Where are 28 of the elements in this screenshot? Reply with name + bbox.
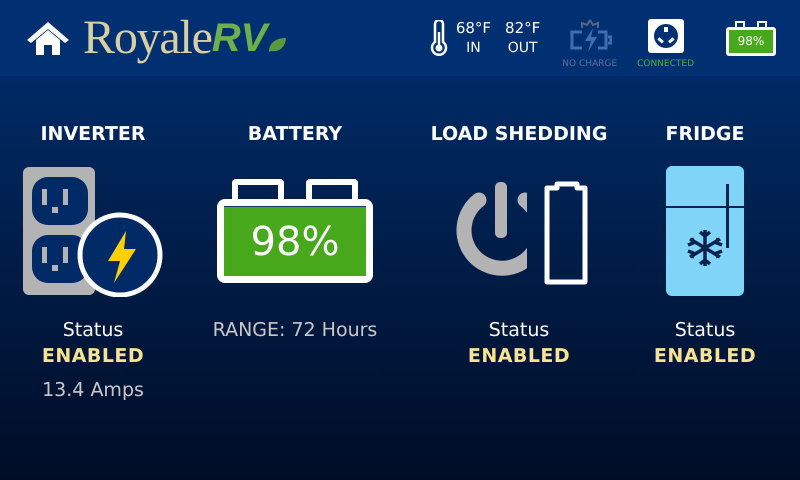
temperature-label: IN [466, 39, 481, 58]
status-label: NO CHARGE [562, 58, 618, 72]
panel-title: INVERTER [40, 122, 146, 146]
thermometer-icon [430, 20, 448, 56]
temperature-value: 82°F [505, 18, 540, 38]
panel-title: FRIDGE [665, 122, 745, 146]
status-value: ENABLED [654, 344, 756, 369]
panel-title: LOAD SHEDDING [430, 122, 608, 146]
status-value: ENABLED [42, 344, 144, 369]
temperature-value: 68°F [456, 18, 492, 38]
status-label: Status [488, 318, 550, 343]
home-icon[interactable] [25, 20, 71, 56]
logo-text: RV [212, 12, 268, 64]
status-value: ENABLED [468, 344, 570, 369]
detail-text: 13.4 Amps [42, 378, 144, 403]
status-label: CONNECTED [637, 58, 694, 72]
solar-battery-icon [568, 18, 612, 54]
fridge-icon [666, 166, 744, 296]
panel-title: BATTERY [248, 122, 342, 146]
logo-text: Royale [83, 12, 212, 64]
status-label: Status [674, 318, 736, 343]
temperature-label: OUT [508, 39, 538, 58]
detail-text: RANGE: 72 Hours [212, 318, 378, 343]
battery-percentage: 98% [738, 35, 764, 47]
battery-percentage: 98% [250, 222, 340, 262]
outlet-with-lightning-icon [22, 165, 164, 297]
power-outlet-icon [646, 18, 685, 54]
status-label: Status [62, 318, 124, 343]
